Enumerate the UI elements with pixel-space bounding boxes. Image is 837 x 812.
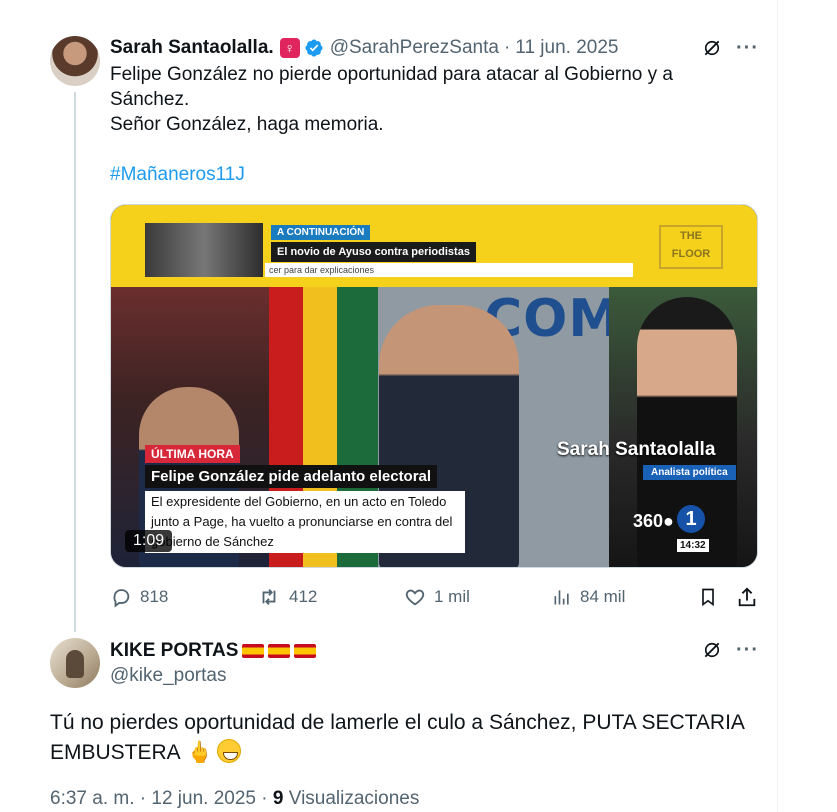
hashtag-link[interactable]: #Mañaneros11J xyxy=(110,164,245,186)
tweet-text: Felipe González no pierde oportunidad pa… xyxy=(110,62,750,137)
guest-name-caption: Sarah Santaolalla xyxy=(557,439,716,460)
author-handle[interactable]: @SarahPerezSanta xyxy=(330,37,499,59)
like-button[interactable]: 1 mil xyxy=(404,586,470,608)
share-icon xyxy=(738,587,756,607)
tv-continuation-label: A CONTINUACIÓN xyxy=(271,225,371,240)
lower-third-subtitle: El expresidente del Gobierno, en un acto… xyxy=(145,491,465,553)
grok-icon[interactable] xyxy=(702,640,722,660)
author-name[interactable]: Sarah Santaolalla. xyxy=(110,37,274,59)
tv-top-banner: A CONTINUACIÓN El novio de Ayuso contra … xyxy=(111,205,757,287)
tv-next-headline: El novio de Ayuso contra periodistas xyxy=(271,242,476,262)
tweet-text-line: Sánchez. xyxy=(110,89,190,110)
tv-preview-thumbnail xyxy=(145,223,263,277)
grok-icon[interactable] xyxy=(702,38,722,58)
guest-role-caption: Analista política xyxy=(643,465,736,480)
reply-author-name[interactable]: KIKE PORTAS xyxy=(110,640,238,662)
middle-finger-emoji: 🖕 xyxy=(186,741,213,764)
avatar[interactable] xyxy=(50,638,100,688)
repost-button[interactable]: 412 xyxy=(257,586,317,608)
tweet-header-actions: ··· xyxy=(702,36,759,60)
reply-header-actions: ··· xyxy=(702,638,759,662)
lower-third-headline: Felipe González pide adelanto electoral xyxy=(145,465,438,488)
share-button[interactable] xyxy=(736,586,766,608)
column-divider xyxy=(777,0,778,812)
views-button[interactable]: 84 mil xyxy=(552,586,625,608)
heart-icon xyxy=(405,589,425,606)
tweet-date[interactable]: 11 jun. 2025 xyxy=(515,37,618,59)
verified-badge-icon[interactable] xyxy=(304,38,324,58)
separator-dot: · xyxy=(503,37,511,58)
spain-flag-icon xyxy=(294,644,317,658)
breaking-news-tag: ÚLTIMA HORA xyxy=(145,445,240,463)
views-count: 84 mil xyxy=(580,587,626,606)
grinning-face-emoji xyxy=(216,739,241,763)
more-icon[interactable]: ··· xyxy=(736,37,759,60)
reply-count: 818 xyxy=(140,587,169,606)
tweet-header: Sarah Santaolalla. ♀ @SarahPerezSanta · … xyxy=(110,36,618,60)
bookmark-button[interactable] xyxy=(698,586,726,608)
reply-views-label: Visualizaciones xyxy=(288,788,420,809)
video-duration-badge: 1:09 xyxy=(125,530,173,552)
like-count: 1 mil xyxy=(434,587,470,606)
female-sign-badge: ♀ xyxy=(279,38,300,58)
reply-text-body: Tú no pierdes oportunidad de lamerle el … xyxy=(50,711,744,764)
spain-flag-icon xyxy=(268,644,291,658)
reply-text: Tú no pierdes oportunidad de lamerle el … xyxy=(50,708,750,768)
tweet-text-line: Señor González, haga memoria. xyxy=(110,114,384,135)
reply-views-count: 9 xyxy=(272,788,284,809)
reply-date[interactable]: 12 jun. 2025 xyxy=(151,788,256,809)
tv-ticker: cer para dar explicaciones xyxy=(265,263,633,277)
more-icon[interactable]: ··· xyxy=(736,639,759,662)
views-icon xyxy=(554,590,569,605)
spain-flag-icon xyxy=(242,644,265,658)
reply-author-header: KIKE PORTAS xyxy=(110,640,317,662)
reply-time[interactable]: 6:37 a. m. xyxy=(50,788,135,809)
repost-count: 412 xyxy=(289,587,318,606)
tweet-text-line: Felipe González no pierde oportunidad pa… xyxy=(110,64,673,85)
reply-icon xyxy=(113,589,130,608)
reply-author-handle[interactable]: @kike_portas xyxy=(110,665,226,687)
video-player[interactable]: A CONTINUACIÓN El novio de Ayuso contra … xyxy=(110,204,758,568)
the-floor-logo: THE FLOOR xyxy=(659,225,723,269)
tv-clock: 14:32 xyxy=(677,539,709,552)
thread-connector-line xyxy=(74,92,76,632)
bookmark-icon xyxy=(702,588,714,607)
reply-metadata: 6:37 a. m. · 12 jun. 2025 · 9 Visualizac… xyxy=(50,788,420,809)
avatar[interactable] xyxy=(50,36,100,86)
reply-button[interactable]: 818 xyxy=(110,586,168,608)
channel-one-logo: 1 xyxy=(677,505,705,533)
channel-360-logo: 360● xyxy=(633,511,674,531)
repost-icon xyxy=(262,589,276,605)
